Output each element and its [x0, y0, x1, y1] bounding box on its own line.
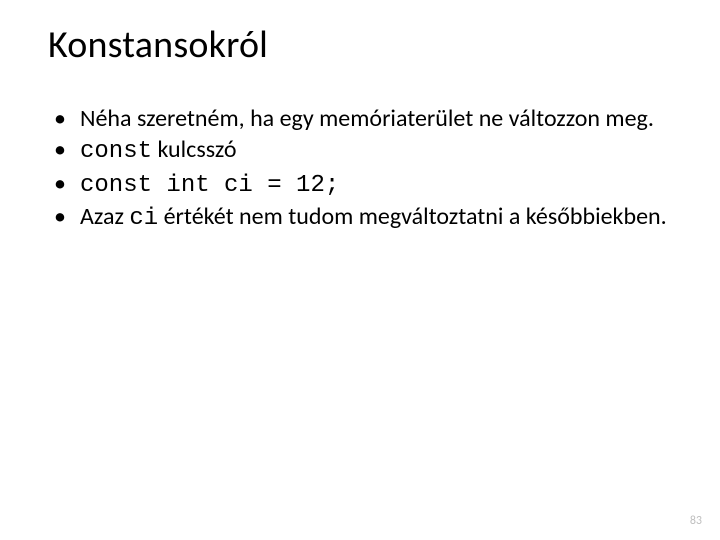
bullet-text: Azaz — [80, 202, 129, 231]
page-number: 83 — [690, 514, 702, 528]
bullet-list: Néha szeretném, ha egy memóriaterület ne… — [54, 104, 672, 233]
code-keyword: const — [80, 138, 152, 165]
bullet-text: kulcsszó — [152, 135, 236, 164]
code-identifier: ci — [129, 205, 158, 232]
bullet-text: Néha szeretném, ha egy memóriaterület ne… — [80, 104, 654, 133]
bullet-text: értékét nem tudom megváltoztatni a későb… — [158, 202, 667, 231]
slide: Konstansokról Néha szeretném, ha egy mem… — [0, 0, 720, 540]
bullet-item: Néha szeretném, ha egy memóriaterület ne… — [54, 104, 672, 133]
slide-title: Konstansokról — [48, 22, 672, 68]
bullet-item: Azaz ci értékét nem tudom megváltoztatni… — [54, 202, 672, 233]
bullet-item: const kulcsszó — [54, 135, 672, 166]
code-line: const int ci = 12; — [80, 172, 339, 199]
bullet-item: const int ci = 12; — [54, 169, 672, 200]
